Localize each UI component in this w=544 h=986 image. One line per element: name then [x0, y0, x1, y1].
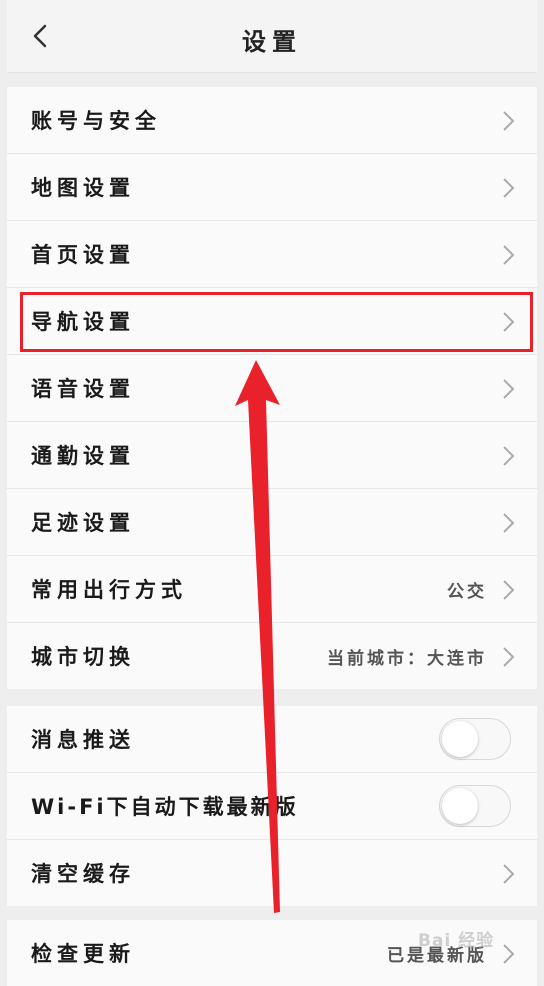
settings-row-commute[interactable]: 通勤设置 — [7, 422, 537, 489]
settings-row-voice[interactable]: 语音设置 — [7, 355, 537, 422]
chevron-right-icon — [503, 379, 515, 399]
settings-row-account-security[interactable]: 账号与安全 — [7, 87, 537, 154]
settings-group-general: 账号与安全 地图设置 首页设置 导航设置 语音设置 通勤设置 足迹设置 常用出行… — [7, 87, 537, 689]
row-label: 常用出行方式 — [31, 578, 187, 602]
settings-row-homepage[interactable]: 首页设置 — [7, 221, 537, 288]
chevron-right-icon — [503, 446, 515, 466]
settings-row-push: 消息推送 — [7, 706, 537, 773]
chevron-right-icon — [503, 513, 515, 533]
row-label: 消息推送 — [31, 728, 135, 752]
settings-row-travel-mode[interactable]: 常用出行方式 公交 — [7, 556, 537, 623]
wifi-download-toggle[interactable] — [439, 785, 511, 827]
row-label: 地图设置 — [31, 176, 135, 200]
chevron-right-icon — [503, 864, 515, 884]
row-label: 首页设置 — [31, 243, 135, 267]
settings-row-map[interactable]: 地图设置 — [7, 154, 537, 221]
row-label: 账号与安全 — [31, 109, 161, 133]
row-label: 足迹设置 — [31, 511, 135, 535]
push-toggle[interactable] — [439, 718, 511, 760]
settings-row-clear-cache[interactable]: 清空缓存 — [7, 840, 537, 906]
settings-group-data: 消息推送 Wi-Fi下自动下载最新版 清空缓存 — [7, 706, 537, 906]
row-label: 清空缓存 — [31, 862, 135, 886]
settings-row-footprint[interactable]: 足迹设置 — [7, 489, 537, 556]
row-label: 导航设置 — [31, 310, 135, 334]
chevron-right-icon — [503, 111, 515, 131]
row-label: 语音设置 — [31, 377, 135, 401]
row-value: 公交 — [447, 581, 487, 602]
settings-row-navigation[interactable]: 导航设置 — [7, 288, 537, 355]
row-label: 检查更新 — [31, 942, 135, 966]
chevron-right-icon — [503, 178, 515, 198]
chevron-right-icon — [503, 245, 515, 265]
chevron-right-icon — [503, 580, 515, 600]
row-label: Wi-Fi下自动下载最新版 — [31, 795, 299, 819]
toggle-knob — [442, 721, 478, 757]
row-label: 城市切换 — [31, 645, 135, 669]
row-value: 当前城市：大连市 — [327, 648, 487, 669]
chevron-right-icon — [503, 944, 515, 964]
chevron-right-icon — [503, 312, 515, 332]
settings-row-city-switch[interactable]: 城市切换 当前城市：大连市 — [7, 623, 537, 689]
settings-row-wifi-download: Wi-Fi下自动下载最新版 — [7, 773, 537, 840]
header-bar: 设置 — [7, 0, 537, 73]
chevron-right-icon — [503, 647, 515, 667]
watermark: Bai 经验 — [418, 931, 495, 951]
row-label: 通勤设置 — [31, 444, 135, 468]
toggle-knob — [442, 788, 478, 824]
page-title: 设置 — [242, 28, 302, 56]
